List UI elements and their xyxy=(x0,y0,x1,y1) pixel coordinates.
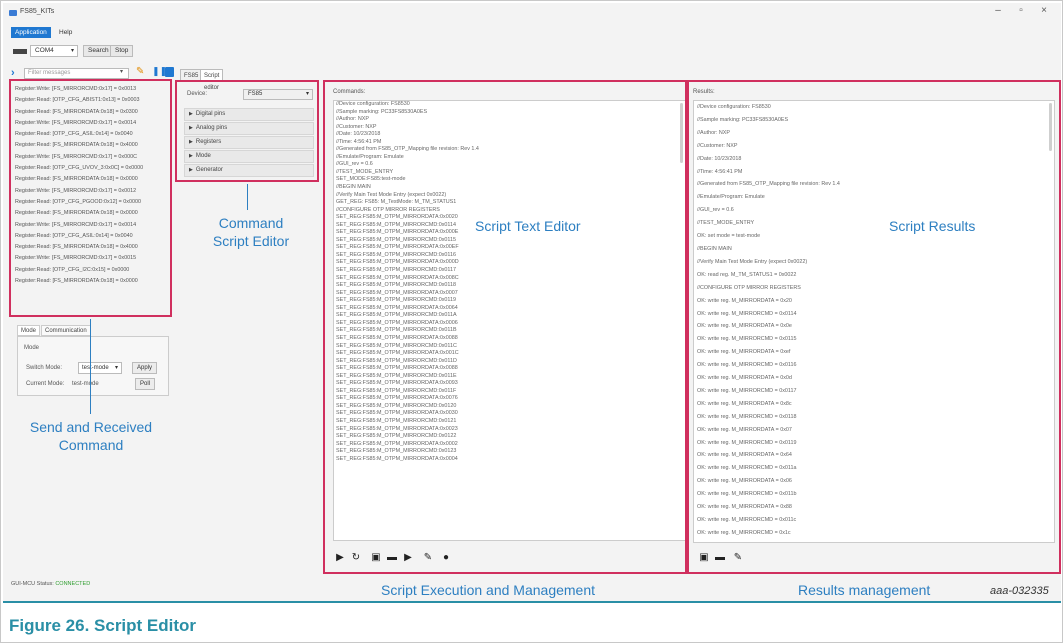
current-mode-label: Current Mode: xyxy=(26,381,65,387)
annotation-send-received: Send and Received Command xyxy=(11,418,171,454)
chevron-down-icon[interactable]: ▾ xyxy=(120,68,123,75)
log-filter-row: › Filter messages ▾ ✎ ❚❚ xyxy=(11,66,174,80)
apply-button[interactable]: Apply xyxy=(132,362,158,374)
mode-panel: Mode Switch Mode: test-mode ▾ Apply Curr… xyxy=(17,336,169,396)
figure-code: aaa-032335 xyxy=(990,585,1049,597)
maximize-button[interactable]: ▫ xyxy=(1011,5,1031,16)
switch-mode-label: Switch Mode: xyxy=(26,365,63,371)
status-bar: GUI-MCU Status: CONNECTED xyxy=(11,581,90,587)
serial-port-icon xyxy=(13,49,27,54)
annotation-line-2: Script Editor xyxy=(212,233,290,249)
tab-communication[interactable]: Communication xyxy=(41,325,91,336)
window-title: FS85_KITs xyxy=(20,8,55,15)
minimize-button[interactable]: – xyxy=(988,5,1008,16)
annotation-command-script-editor: Command Script Editor xyxy=(196,214,306,250)
port-value: COM4 xyxy=(35,47,54,54)
command-editor-highlight xyxy=(175,80,319,182)
port-select[interactable]: COM4 ▾ xyxy=(30,45,78,57)
menu-application[interactable]: Application xyxy=(11,27,51,38)
annotation-script-execution: Script Execution and Management xyxy=(381,582,596,598)
filter-input[interactable]: Filter messages xyxy=(24,68,129,79)
title-bar: FS85_KITs – ▫ × xyxy=(3,3,1061,25)
annotation-line-1: Command xyxy=(218,215,284,231)
results-highlight xyxy=(687,80,1061,574)
figure-caption: Figure 26. Script Editor xyxy=(9,616,197,635)
figure-frame: FS85_KITs – ▫ × Application Help COM4 ▾ … xyxy=(0,0,1063,643)
annotation-connector xyxy=(90,319,91,414)
script-editor-highlight xyxy=(323,80,687,574)
chevron-down-icon: ▾ xyxy=(70,48,74,54)
annotation-script-text-editor: Script Text Editor xyxy=(475,218,581,234)
status-value: CONNECTED xyxy=(55,581,91,587)
switch-mode-value: test-mode xyxy=(82,365,109,371)
mode-group-label: Mode xyxy=(24,345,40,351)
caption-rule xyxy=(3,601,1061,603)
chevron-down-icon: ▾ xyxy=(114,365,118,371)
annotation-line-2: Command xyxy=(58,437,124,453)
tab-mode[interactable]: Mode xyxy=(17,325,41,336)
annotation-script-results: Script Results xyxy=(889,218,976,234)
send-received-highlight xyxy=(9,79,172,317)
save-icon[interactable] xyxy=(165,67,174,77)
broom-clear-icon[interactable]: ✎ xyxy=(136,66,144,77)
app-logo-icon xyxy=(9,10,17,16)
current-mode-value: test-mode xyxy=(72,381,99,387)
stop-button[interactable]: Stop xyxy=(110,45,134,57)
close-button[interactable]: × xyxy=(1034,5,1054,16)
status-label: GUI-MCU Status: xyxy=(11,581,54,587)
annotation-connector xyxy=(247,184,248,210)
connection-toolbar: COM4 ▾ Search Stop xyxy=(3,41,1061,59)
switch-mode-select[interactable]: test-mode ▾ xyxy=(78,362,122,374)
poll-button[interactable]: Poll xyxy=(135,378,156,390)
annotation-line-1: Send and Received xyxy=(29,419,153,435)
chevron-right-icon[interactable]: › xyxy=(11,67,15,79)
menu-bar: Application Help xyxy=(3,25,1061,40)
annotation-results-management: Results management xyxy=(798,582,931,598)
menu-help[interactable]: Help xyxy=(55,27,76,38)
